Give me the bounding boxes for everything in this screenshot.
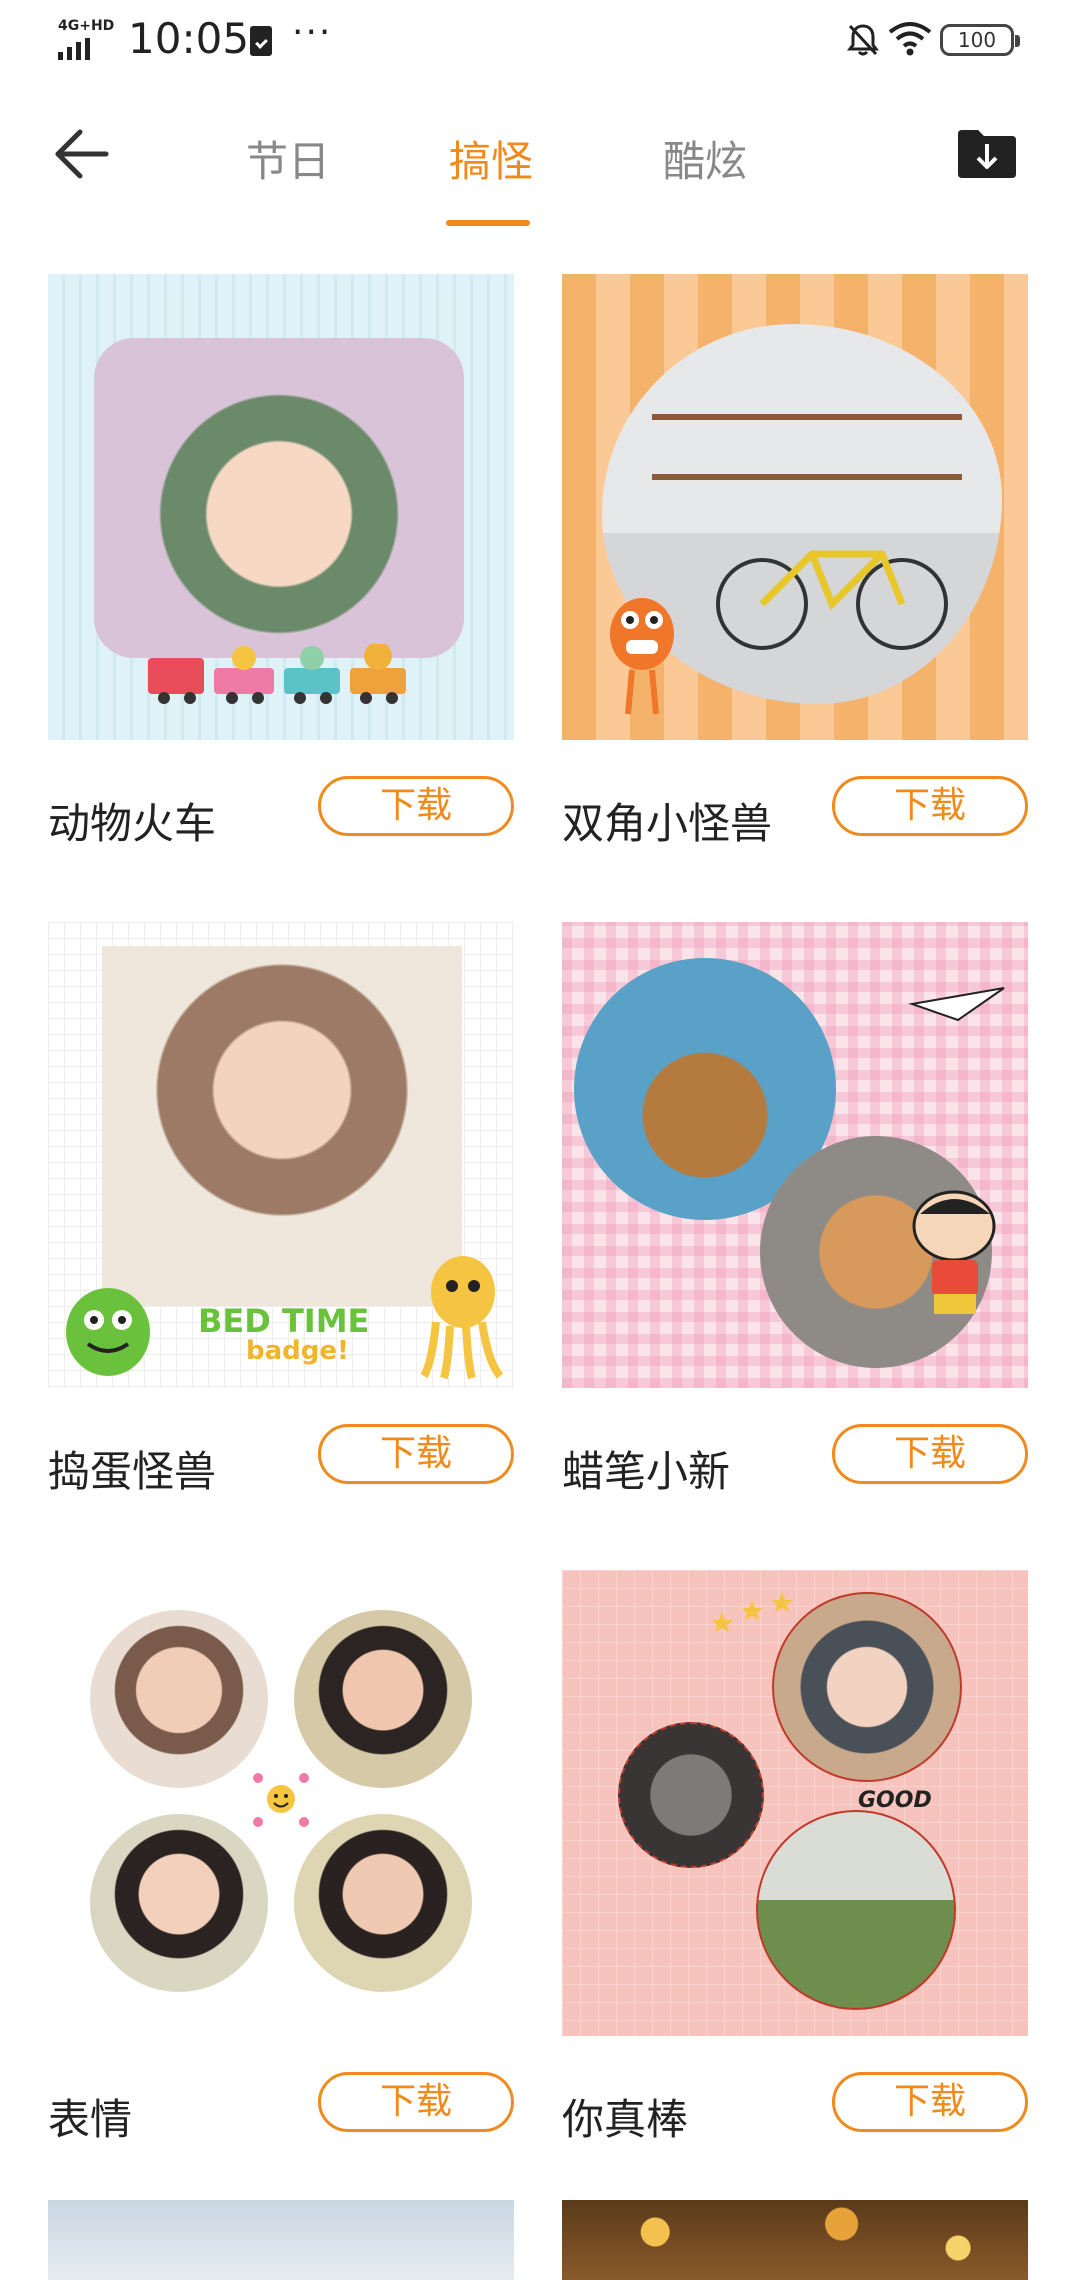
- portrait-circle-photo: [294, 1610, 472, 1788]
- template-title: 动物火车: [48, 799, 217, 848]
- download-folder-icon[interactable]: [956, 128, 1018, 180]
- paper-plane-icon: [908, 987, 1005, 1022]
- clock: 10:05: [128, 14, 250, 63]
- download-button[interactable]: 下载: [832, 776, 1028, 836]
- template-card: 双角小怪兽 下载: [562, 274, 1028, 848]
- active-tab-indicator: [446, 220, 530, 226]
- wifi-icon: [888, 22, 932, 56]
- template-thumbnail[interactable]: [48, 274, 514, 740]
- template-card: 蜡笔小新 下载: [562, 922, 1028, 1496]
- stroller-outdoor-photo: [756, 1810, 956, 2010]
- portrait-circle-photo: [294, 1814, 472, 1992]
- template-card: 表情 下载: [48, 1570, 514, 2144]
- network-type: 4G+HD: [58, 18, 115, 34]
- crayon-shinchan-illustration: [912, 1190, 996, 1314]
- green-monster-illustration: [66, 1288, 150, 1376]
- bell-off-icon: [847, 24, 879, 56]
- smiley-emoji-icon: [253, 1773, 309, 1827]
- back-arrow-icon[interactable]: [50, 122, 114, 186]
- animal-train-illustration: [148, 644, 406, 704]
- template-thumbnail[interactable]: [562, 274, 1028, 740]
- tab-funny[interactable]: 搞怪: [446, 128, 536, 189]
- template-card: GOOD 你真棒 下载: [562, 1570, 1028, 2144]
- portrait-circle-photo: [90, 1610, 268, 1788]
- download-button[interactable]: 下载: [832, 1424, 1028, 1484]
- template-title: 捣蛋怪兽: [48, 1447, 217, 1496]
- tab-cool[interactable]: 酷炫: [660, 128, 750, 189]
- template-thumbnail-partial[interactable]: [48, 2200, 514, 2280]
- template-title: 表情: [48, 2095, 133, 2144]
- template-thumbnail-partial[interactable]: [562, 2200, 1028, 2280]
- template-title: 双角小怪兽: [562, 799, 773, 848]
- bed-time-text: BED TIME: [198, 1302, 370, 1340]
- stars-decoration-icon: [712, 1592, 793, 1632]
- child-with-flower-crown-photo: [94, 338, 464, 658]
- two-horned-monster-illustration: [610, 598, 674, 715]
- baby-sleeping-photo: [618, 1722, 764, 1868]
- bicycle-illustration: [716, 550, 948, 650]
- top-nav: 节日 搞怪 酷炫: [0, 80, 1080, 230]
- portrait-circle-photo: [90, 1814, 268, 1992]
- octopus-illustration: [420, 1256, 504, 1380]
- woman-portrait-photo: [102, 946, 462, 1306]
- more-notifications-icon: ···: [292, 12, 333, 53]
- template-card: BED TIME badge! 捣蛋怪兽 下载: [48, 922, 514, 1496]
- download-button[interactable]: 下载: [318, 2072, 514, 2132]
- template-card: 动物火车 下载: [48, 274, 514, 848]
- template-thumbnail[interactable]: [562, 922, 1028, 1388]
- badge-text: badge!: [246, 1336, 349, 1366]
- download-button[interactable]: 下载: [318, 1424, 514, 1484]
- signal-icon: 4G+HD: [58, 18, 115, 60]
- template-thumbnail[interactable]: BED TIME badge!: [48, 922, 514, 1388]
- template-thumbnail[interactable]: [48, 1570, 514, 2036]
- good-sticker-text: GOOD: [858, 1788, 932, 1813]
- download-button[interactable]: 下载: [832, 2072, 1028, 2132]
- tab-holiday[interactable]: 节日: [232, 128, 344, 189]
- status-bar: 4G+HD 10:05 ··· 100: [0, 0, 1080, 80]
- clipboard-check-icon: [250, 26, 272, 56]
- battery-icon: 100: [940, 24, 1020, 56]
- template-thumbnail[interactable]: GOOD: [562, 1570, 1028, 2036]
- template-title: 蜡笔小新: [562, 1447, 731, 1496]
- template-title: 你真棒: [562, 2095, 689, 2144]
- download-button[interactable]: 下载: [318, 776, 514, 836]
